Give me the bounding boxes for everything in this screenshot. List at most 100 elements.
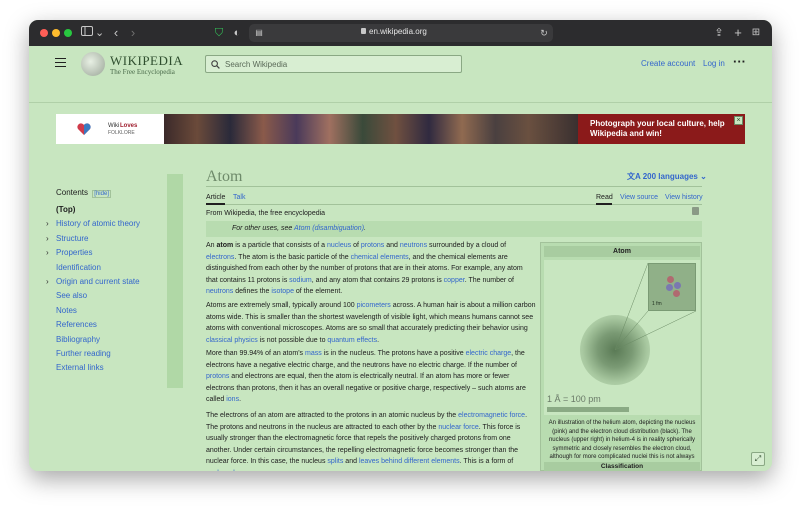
helium-atom-illustration[interactable]: 1 fm 1 Å = 100 pm: [544, 260, 700, 415]
browser-toolbar: ⌄ ‹ › ⛉ ◐ ▤ en.wikipedia.org ↻ ⇪ + ⊞: [29, 20, 772, 46]
hatnote: For other uses, see Atom (disambiguation…: [206, 221, 702, 237]
campaign-banner[interactable]: Wiki Loves FOLKLORE Photograph your loca…: [56, 114, 745, 144]
log-in-link[interactable]: Log in: [703, 59, 725, 68]
toc-item[interactable]: Bibliography: [56, 335, 100, 344]
translate-icon: 文A: [627, 172, 641, 181]
toc-item[interactable]: See also: [56, 291, 87, 300]
link-nucleus[interactable]: nucleus: [327, 242, 351, 249]
expand-toggle-icon[interactable]: ⤢: [751, 452, 765, 466]
lead-paragraph-3: More than 99.94% of an atom's mass is in…: [206, 350, 526, 403]
chevron-right-icon[interactable]: ›: [46, 234, 49, 243]
link-quantum-effects[interactable]: quantum effects: [327, 337, 377, 344]
tab-read[interactable]: Read: [596, 194, 613, 201]
link-protons-2[interactable]: protons: [206, 373, 229, 380]
reload-icon[interactable]: ↻: [539, 25, 549, 41]
toc-item[interactable]: Notes: [56, 306, 77, 315]
address-bar[interactable]: ▤ en.wikipedia.org ↻: [249, 24, 553, 42]
more-options-icon[interactable]: ···: [733, 54, 746, 69]
new-tab-icon[interactable]: +: [732, 25, 744, 41]
lead-paragraph-1: An atom is a particle that consists of a…: [206, 242, 523, 295]
link-chemical-elements[interactable]: chemical elements: [351, 254, 409, 261]
tab-article[interactable]: Article: [206, 194, 225, 201]
hatnote-text: For other uses, see Atom (disambiguation…: [232, 225, 366, 232]
browser-window: ⌄ ‹ › ⛉ ◐ ▤ en.wikipedia.org ↻ ⇪ + ⊞ WIK…: [29, 20, 772, 471]
toc-item[interactable]: History of atomic theory: [56, 219, 140, 228]
link-electromagnetic-force[interactable]: electromagnetic force: [458, 412, 525, 419]
disambiguation-link[interactable]: Atom (disambiguation): [294, 225, 364, 232]
active-tab-underline-read: [596, 203, 612, 205]
active-tab-underline: [206, 203, 225, 205]
language-selector[interactable]: 文A 200 languages ⌄: [627, 171, 707, 182]
tab-overview-icon[interactable]: ⊞: [750, 25, 762, 41]
campaign-brand-sub: FOLKLORE: [108, 130, 135, 136]
link-neutrons-2[interactable]: neutrons: [206, 288, 233, 295]
toc-item[interactable]: Properties: [56, 248, 92, 257]
link-electrons[interactable]: electrons: [206, 254, 234, 261]
chevron-right-icon[interactable]: ›: [46, 248, 49, 257]
title-divider: [206, 186, 702, 187]
toc-item[interactable]: Identification: [56, 263, 101, 272]
page-title: Atom: [206, 168, 243, 185]
sidebar-toggle-icon[interactable]: [81, 25, 93, 41]
scale-label: 1 Å = 100 pm: [547, 394, 601, 404]
toc-sidebar-band: [167, 174, 183, 388]
link-classical-physics[interactable]: classical physics: [206, 337, 258, 344]
nucleus-inset-image: 1 fm: [648, 263, 696, 311]
forward-button[interactable]: ›: [128, 25, 138, 41]
chevron-right-icon[interactable]: ›: [46, 219, 49, 228]
inset-scale-label: 1 fm: [652, 301, 662, 307]
header-divider: [29, 102, 772, 103]
tab-view-source[interactable]: View source: [620, 194, 658, 201]
protection-lock-icon[interactable]: [692, 207, 699, 215]
close-banner-button[interactable]: ×: [734, 116, 743, 125]
link-isotope[interactable]: isotope: [271, 288, 294, 295]
wikipedia-globe-icon[interactable]: [81, 52, 105, 76]
toc-item[interactable]: Structure: [56, 234, 88, 243]
minimize-window-button[interactable]: [52, 29, 60, 37]
link-nuclear-decay[interactable]: nuclear decay: [206, 470, 249, 472]
table-of-contents: Contents [hide] (Top) › History of atomic …: [46, 174, 183, 388]
link-ions[interactable]: ions: [226, 396, 239, 403]
shield-icon[interactable]: ⛉: [214, 25, 224, 41]
toc-item[interactable]: External links: [56, 363, 104, 372]
link-picometers[interactable]: picometers: [357, 302, 391, 309]
hatnote-suffix: .: [364, 225, 366, 232]
campaign-photo-strip: [164, 114, 578, 144]
link-neutrons[interactable]: neutrons: [400, 242, 427, 249]
main-menu-icon[interactable]: [55, 58, 66, 67]
lead-paragraph-4: The electrons of an atom are attracted t…: [206, 410, 536, 471]
wiki-loves-folklore-icon: [76, 121, 92, 137]
toc-hide-toggle[interactable]: [hide]: [92, 190, 111, 198]
share-icon[interactable]: ⇪: [713, 25, 725, 41]
link-sodium[interactable]: sodium: [289, 277, 312, 284]
toc-item[interactable]: References: [56, 320, 97, 329]
wikipedia-wordmark[interactable]: WIKIPEDIA: [110, 53, 183, 69]
link-copper[interactable]: copper: [444, 277, 465, 284]
search-input[interactable]: Search Wikipedia: [205, 55, 462, 73]
zoom-window-button[interactable]: [64, 29, 72, 37]
privacy-icon[interactable]: ◐: [232, 25, 242, 41]
infobox-section-classification: Classification: [544, 462, 700, 471]
toc-item[interactable]: Further reading: [56, 349, 111, 358]
close-window-button[interactable]: [40, 29, 48, 37]
link-nuclear-force[interactable]: nuclear force: [438, 424, 478, 431]
toc-hide-label: hide: [95, 191, 108, 197]
link-protons[interactable]: protons: [361, 242, 384, 249]
link-splits[interactable]: splits: [327, 458, 343, 465]
toc-item[interactable]: Origin and current state: [56, 277, 140, 286]
wikipedia-page: WIKIPEDIA The Free Encyclopedia Search W…: [29, 46, 772, 471]
back-button[interactable]: ‹: [111, 25, 121, 41]
chevron-right-icon[interactable]: ›: [46, 277, 49, 286]
link-electric-charge[interactable]: electric charge: [466, 350, 512, 357]
lead-paragraph-2: Atoms are extremely small, typically aro…: [206, 302, 536, 344]
address-text: en.wikipedia.org: [369, 27, 427, 36]
link-mass[interactable]: mass: [305, 350, 322, 357]
toc-item[interactable]: (Top): [56, 205, 75, 214]
toc-title-text: Contents: [56, 188, 89, 197]
tab-group-chevron-icon[interactable]: ⌄: [95, 25, 104, 41]
tab-view-history[interactable]: View history: [665, 194, 703, 201]
link-leaves-behind-different-elements[interactable]: leaves behind different elements: [359, 458, 460, 465]
campaign-message-panel: Photograph your local culture, help Wiki…: [578, 114, 745, 144]
create-account-link[interactable]: Create account: [641, 59, 695, 68]
tab-talk[interactable]: Talk: [233, 194, 245, 201]
